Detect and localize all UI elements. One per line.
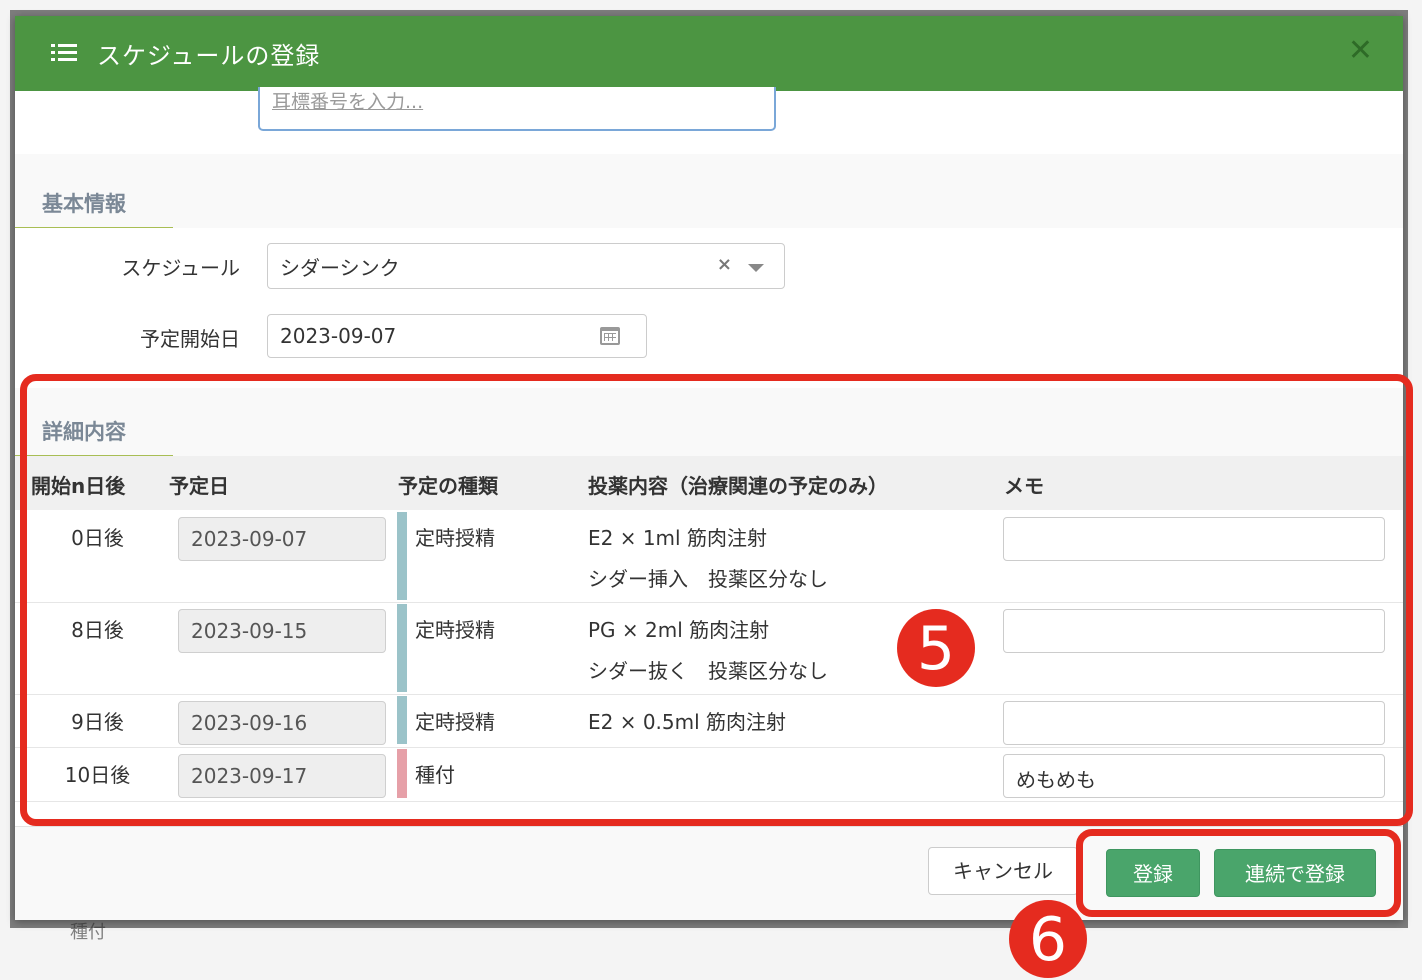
chevron-down-icon[interactable] (748, 264, 764, 272)
schedule-type: 定時授精 (415, 526, 495, 550)
start-date-label: 予定開始日 (140, 327, 240, 351)
register-button[interactable]: 登録 (1106, 849, 1200, 897)
basic-info-header: 基本情報 (15, 154, 1403, 230)
scheduled-date-value: 2023-09-16 (191, 711, 308, 735)
modal-header: スケジュールの登録 ✕ (15, 16, 1403, 91)
list-icon (51, 44, 77, 62)
medication-line: シダー抜く 投薬区分なし (588, 659, 828, 683)
type-color-bar (397, 604, 407, 692)
type-color-bar (397, 696, 407, 744)
scheduled-date-field: 2023-09-17 (178, 754, 386, 798)
backdrop-footer-text: 種付 (70, 922, 106, 943)
close-icon[interactable]: ✕ (1348, 36, 1373, 66)
modal-title: スケジュールの登録 (97, 42, 321, 70)
column-header-type: 予定の種類 (398, 474, 498, 498)
memo-input[interactable]: めもめも (1003, 754, 1385, 798)
calendar-icon[interactable] (600, 327, 620, 345)
ear-tag-input[interactable]: 耳標番号を入力... (258, 87, 776, 131)
table-row: 0日後 2023-09-07 定時授精 E2 × 1ml 筋肉注射 シダー挿入 … (15, 510, 1403, 603)
column-header-medication: 投薬内容（治療関連の予定のみ） (588, 474, 888, 498)
memo-input[interactable] (1003, 517, 1385, 561)
table-header: 開始n日後 予定日 予定の種類 投薬内容（治療関連の予定のみ） メモ (15, 456, 1403, 510)
ear-tag-placeholder: 耳標番号を入力... (272, 91, 424, 113)
ear-tag-section: 耳標番号を入力... (15, 87, 1403, 155)
memo-value: めもめも (1016, 768, 1096, 792)
schedule-select[interactable]: シダーシンク × (267, 243, 785, 289)
start-date-value: 2023-09-07 (280, 324, 397, 348)
medication-line: PG × 2ml 筋肉注射 (588, 618, 770, 642)
days-offset: 0日後 (71, 526, 124, 550)
schedule-modal: スケジュールの登録 ✕ 耳標番号を入力... 基本情報 スケジュール シダーシン… (15, 16, 1403, 920)
medication-line: シダー挿入 投薬区分なし (588, 567, 828, 591)
table-row: 8日後 2023-09-15 定時授精 PG × 2ml 筋肉注射 シダー抜く … (15, 602, 1403, 695)
modal-footer: キャンセル 登録 連続で登録 (15, 826, 1403, 920)
details-header: 詳細内容 (15, 388, 1403, 458)
details-table: 開始n日後 予定日 予定の種類 投薬内容（治療関連の予定のみ） メモ 0日後 2… (15, 456, 1403, 826)
days-offset: 10日後 (64, 763, 131, 787)
schedule-type: 定時授精 (415, 618, 495, 642)
scheduled-date-value: 2023-09-07 (191, 527, 308, 551)
scheduled-date-value: 2023-09-17 (191, 764, 308, 788)
step-badge-5: 5 (897, 609, 975, 687)
column-header-days: 開始n日後 (31, 474, 126, 498)
days-offset: 9日後 (71, 710, 124, 734)
days-offset: 8日後 (71, 618, 124, 642)
details-title: 詳細内容 (42, 420, 126, 444)
column-header-date: 予定日 (169, 474, 229, 498)
schedule-type: 定時授精 (415, 710, 495, 734)
memo-input[interactable] (1003, 609, 1385, 653)
column-header-memo: メモ (1004, 474, 1044, 498)
memo-input[interactable] (1003, 701, 1385, 745)
start-date-input[interactable]: 2023-09-07 (267, 314, 647, 358)
table-row: 9日後 2023-09-16 定時授精 E2 × 0.5ml 筋肉注射 (15, 694, 1403, 748)
schedule-label: スケジュール (121, 256, 240, 280)
schedule-type: 種付 (415, 763, 455, 787)
scheduled-date-value: 2023-09-15 (191, 619, 308, 643)
basic-info-title: 基本情報 (42, 192, 126, 216)
type-color-bar (397, 512, 407, 600)
scheduled-date-field: 2023-09-15 (178, 609, 386, 653)
register-continue-button[interactable]: 連続で登録 (1214, 849, 1376, 897)
table-row: 10日後 2023-09-17 種付 めもめも (15, 747, 1403, 802)
medication-line: E2 × 1ml 筋肉注射 (588, 526, 767, 550)
scheduled-date-field: 2023-09-07 (178, 517, 386, 561)
medication-line: E2 × 0.5ml 筋肉注射 (588, 710, 787, 734)
scheduled-date-field: 2023-09-16 (178, 701, 386, 745)
basic-info-body: スケジュール シダーシンク × 予定開始日 2023-09-07 (15, 228, 1403, 388)
type-color-bar (397, 749, 407, 798)
cancel-button[interactable]: キャンセル (928, 847, 1078, 895)
clear-icon[interactable]: × (717, 254, 732, 275)
step-badge-6: 6 (1009, 900, 1087, 978)
schedule-value: シダーシンク (280, 256, 400, 280)
